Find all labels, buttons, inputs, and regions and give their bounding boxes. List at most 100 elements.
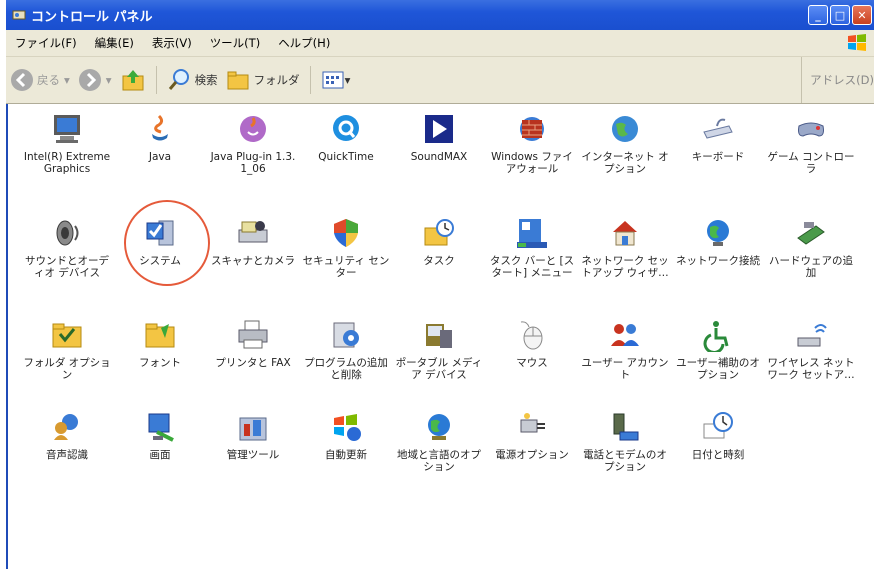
item-label: 日付と時刻 (691, 449, 745, 461)
up-folder-button[interactable] (116, 67, 150, 93)
item-speech[interactable]: 音声認識 (23, 410, 111, 461)
item-firewall[interactable]: Windows ファイアウォール (488, 112, 576, 175)
item-automatic-updates[interactable]: 自動更新 (302, 410, 390, 461)
item-soundmax[interactable]: SoundMAX (395, 112, 483, 163)
item-wireless-network-setup[interactable]: ワイヤレス ネットワーク セットア… (767, 318, 855, 381)
item-label: Windows ファイアウォール (491, 151, 573, 175)
item-label: ワイヤレス ネットワーク セットア… (767, 357, 855, 381)
item-label: Java Plug-in 1.3.1_06 (210, 151, 296, 175)
item-network-connections[interactable]: ネットワーク接続 (674, 216, 762, 267)
item-date-time[interactable]: 日付と時刻 (674, 410, 762, 461)
icon-view: Intel(R) Extreme Graphics Java Java Plug… (6, 104, 874, 569)
item-java[interactable]: Java (116, 112, 204, 163)
item-network-setup-wizard[interactable]: ネットワーク セットアップ ウィザ… (581, 216, 669, 279)
item-game-controllers[interactable]: ゲーム コントローラ (767, 112, 855, 175)
item-label: ハードウェアの追加 (769, 255, 853, 279)
item-security-center[interactable]: セキュリティ センター (302, 216, 390, 279)
item-user-accounts[interactable]: ユーザー アカウント (581, 318, 669, 381)
up-folder-icon (122, 70, 144, 91)
search-icon (168, 69, 189, 90)
item-label: スキャナとカメラ (211, 255, 295, 267)
search-label: 検索 (194, 73, 218, 87)
item-power-options[interactable]: 電源オプション (488, 410, 576, 461)
scheduled-tasks-icon (424, 219, 454, 246)
item-folder-options[interactable]: フォルダ オプション (23, 318, 111, 381)
toolbar: 戻る ▾ ▾ 検索 フォルダ ▾ アドレス(D) (6, 57, 874, 104)
back-button[interactable]: 戻る ▾ (6, 68, 74, 92)
item-label: 自動更新 (325, 449, 367, 461)
item-java-plugin[interactable]: Java Plug-in 1.3.1_06 (209, 112, 297, 175)
item-fonts[interactable]: フォント (116, 318, 204, 369)
menu-bar: ファイル(F) 編集(E) 表示(V) ツール(T) ヘルプ(H) (6, 30, 874, 57)
item-label: ユーザー補助のオプション (676, 357, 760, 381)
add-remove-icon (333, 322, 359, 348)
clock-icon (703, 412, 733, 439)
menu-edit[interactable]: 編集(E) (86, 35, 143, 51)
windows-update-icon (334, 414, 361, 441)
item-internet-options[interactable]: インターネット オプション (581, 112, 669, 175)
item-label: 音声認識 (46, 449, 88, 461)
item-display[interactable]: 画面 (116, 410, 204, 461)
item-scheduled-tasks[interactable]: タスク (395, 216, 483, 267)
item-label: キーボード (691, 151, 745, 163)
item-scanners-cameras[interactable]: スキャナとカメラ (209, 216, 297, 267)
item-label: ユーザー アカウント (581, 357, 669, 381)
highlight-circle (124, 200, 210, 286)
back-arrow-icon (11, 69, 33, 91)
folders-button[interactable]: フォルダ (222, 69, 304, 91)
item-label: マウス (516, 357, 548, 369)
item-quicktime[interactable]: QuickTime (302, 112, 390, 163)
item-label: ネットワーク接続 (676, 255, 760, 267)
speaker-icon (56, 220, 79, 246)
item-label: 管理ツール (226, 449, 280, 461)
item-keyboard[interactable]: キーボード (674, 112, 762, 163)
folders-label: フォルダ (253, 73, 300, 87)
folders-icon (227, 71, 249, 90)
hardware-icon (797, 222, 825, 245)
item-accessibility[interactable]: ユーザー補助のオプション (674, 318, 762, 381)
item-label: プリンタと FAX (215, 357, 291, 369)
menu-view[interactable]: 表示(V) (143, 35, 201, 51)
menu-help[interactable]: ヘルプ(H) (269, 35, 339, 51)
close-button[interactable]: ✕ (852, 5, 872, 25)
item-taskbar-start-menu[interactable]: タスク バーと [スタート] メニュー (488, 216, 576, 279)
view-icon (322, 71, 344, 89)
menu-file[interactable]: ファイル(F) (6, 35, 86, 51)
item-label: フォルダ オプション (23, 357, 111, 381)
item-add-remove-programs[interactable]: プログラムの追加と削除 (302, 318, 390, 381)
keyboard-icon (703, 118, 733, 139)
forward-arrow-icon (78, 69, 101, 91)
item-regional-language[interactable]: 地域と言語のオプション (395, 410, 483, 473)
forward-button[interactable]: ▾ (74, 68, 116, 92)
window-title: コントロール パネル (31, 9, 153, 25)
search-button[interactable]: 検索 (163, 68, 222, 92)
item-printers-fax[interactable]: プリンタと FAX (209, 318, 297, 369)
minimize-button[interactable]: _ (808, 5, 828, 25)
item-label: インターネット オプション (581, 151, 669, 175)
regional-globe-icon (428, 414, 450, 440)
item-mouse[interactable]: マウス (488, 318, 576, 369)
display-icon (148, 413, 174, 442)
title-bar[interactable]: コントロール パネル _ □ ✕ (6, 0, 874, 30)
accessibility-icon (703, 321, 729, 352)
item-sound-audio[interactable]: サウンドとオーディオ デバイス (23, 216, 111, 279)
item-admin-tools[interactable]: 管理ツール (209, 410, 297, 461)
network-globe-icon (707, 220, 729, 246)
item-portable-media[interactable]: ポータブル メディア デバイス (395, 318, 483, 381)
item-label: ポータブル メディア デバイス (395, 357, 483, 381)
item-label: ネットワーク セットアップ ウィザ… (581, 255, 669, 279)
item-intel-graphics[interactable]: Intel(R) Extreme Graphics (23, 112, 111, 175)
item-phone-modem[interactable]: 電話とモデムのオプション (581, 410, 669, 473)
item-add-hardware[interactable]: ハードウェアの追加 (767, 216, 855, 279)
item-label: 電源オプション (495, 449, 569, 461)
item-label: 電話とモデムのオプション (583, 449, 667, 473)
menu-tools[interactable]: ツール(T) (201, 35, 270, 51)
windows-logo-icon (848, 34, 866, 51)
item-label: タスク バーと [スタート] メニュー (489, 255, 575, 279)
item-label: 画面 (149, 449, 171, 461)
soundmax-icon (425, 115, 453, 143)
speech-icon (54, 414, 78, 440)
item-label: タスク (423, 255, 455, 267)
view-button[interactable]: ▾ (317, 69, 355, 91)
maximize-button[interactable]: □ (830, 5, 850, 25)
